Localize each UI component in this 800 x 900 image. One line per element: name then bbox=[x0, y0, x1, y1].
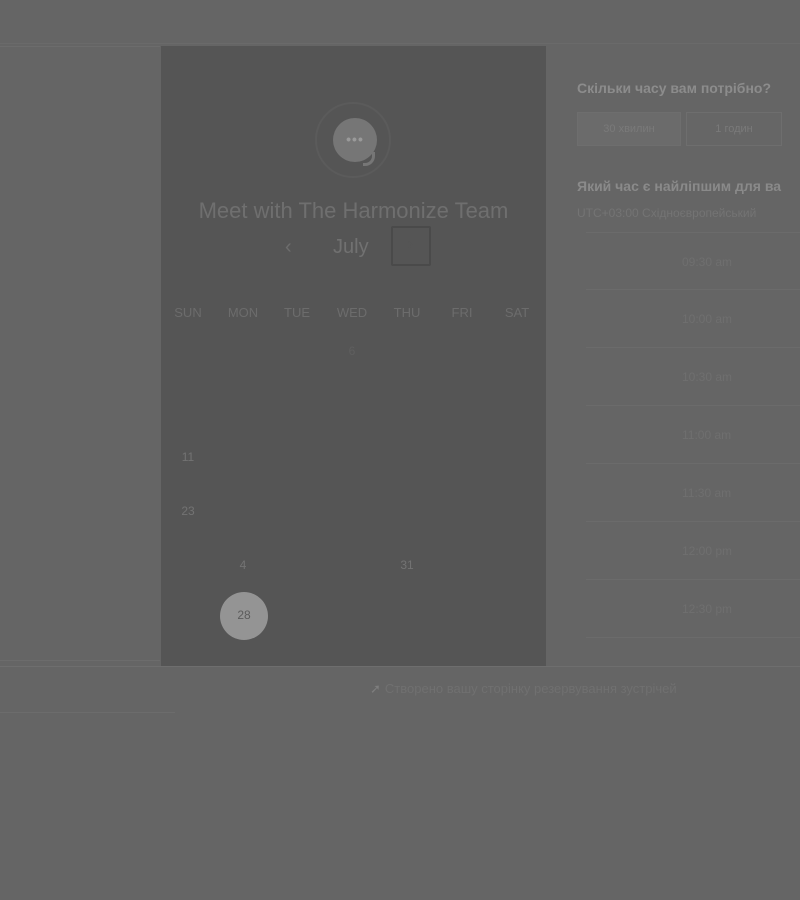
weekday-label: THU bbox=[393, 305, 421, 320]
time-slot-label: 10:30 am bbox=[682, 370, 733, 384]
chevron-right-icon: › bbox=[407, 234, 413, 254]
time-slot-label: 11:00 am bbox=[682, 428, 732, 442]
time-slot-list: 09:30 am 10:00 am 10:30 am 11:00 am 11:3… bbox=[586, 232, 800, 638]
duration-label: 30 хвилин bbox=[603, 123, 655, 135]
time-heading: Який час є найліпшим для ва bbox=[577, 178, 782, 194]
duration-option[interactable]: 30 хвилин bbox=[577, 112, 681, 146]
weekday-label: MON bbox=[227, 305, 259, 320]
time-slot[interactable]: 12:30 pm bbox=[586, 580, 800, 638]
duration-heading: Скільки часу вам потрібно? bbox=[577, 80, 772, 96]
duration-label: 1 годин bbox=[715, 123, 753, 135]
calendar-day[interactable]: 31 bbox=[380, 558, 434, 572]
page-title: Meet with The Harmonize Team bbox=[198, 198, 509, 223]
weekday-label: SUN bbox=[174, 305, 202, 320]
divider bbox=[0, 712, 175, 713]
footer-link-label: Створено вашу сторінку резервування зуст… bbox=[384, 681, 677, 696]
chat-bubble-icon: ••• bbox=[315, 102, 391, 178]
calendar-day[interactable]: 23 bbox=[161, 504, 215, 518]
month-label: July bbox=[333, 236, 369, 258]
time-slot[interactable]: 10:30 am bbox=[586, 348, 800, 406]
time-slot[interactable]: 11:00 am bbox=[586, 406, 800, 464]
divider bbox=[0, 660, 160, 661]
time-slot-label: 09:30 am bbox=[682, 255, 733, 269]
time-slot-label: 12:30 pm bbox=[682, 602, 733, 616]
time-slot[interactable]: 11:30 am bbox=[586, 464, 800, 522]
time-slot-label: 11:30 am bbox=[682, 486, 732, 500]
footer-link[interactable]: ➚ Створено вашу сторінку резервування зус… bbox=[370, 681, 677, 697]
weekday-label: FRI bbox=[451, 305, 473, 320]
divider bbox=[0, 666, 800, 667]
next-month-button[interactable]: › bbox=[391, 226, 431, 266]
divider bbox=[0, 46, 160, 47]
month-navigation: ‹ July › bbox=[161, 226, 546, 276]
weekday-label: TUE bbox=[284, 305, 310, 320]
weekday-label: WED bbox=[336, 305, 368, 320]
calendar-panel: ••• Meet with The Harmonize Team ‹ July … bbox=[161, 46, 546, 666]
timezone-label[interactable]: UTC+03:00 Східноєвропейський bbox=[577, 206, 756, 220]
weekday-label: SAT bbox=[504, 305, 530, 320]
time-slot-label: 10:00 am bbox=[682, 312, 733, 326]
prev-month-button[interactable]: ‹ bbox=[285, 236, 292, 259]
selected-day-label: 28 bbox=[237, 608, 251, 622]
duration-option[interactable]: 1 годин bbox=[686, 112, 782, 146]
time-slot[interactable]: 09:30 am bbox=[586, 232, 800, 290]
top-bar bbox=[0, 0, 800, 44]
calendar-day[interactable]: 4 bbox=[216, 558, 270, 572]
booking-page: ••• Meet with The Harmonize Team ‹ July … bbox=[0, 0, 800, 900]
time-slot[interactable]: 12:00 pm bbox=[586, 522, 800, 580]
time-slot-label: 12:00 pm bbox=[682, 544, 733, 558]
selected-day[interactable]: 28 bbox=[220, 592, 268, 640]
time-slot[interactable]: 10:00 am bbox=[586, 290, 800, 348]
calendar-day: 6 bbox=[348, 344, 356, 358]
calendar-day[interactable]: 11 bbox=[161, 450, 215, 464]
location-pin-icon: ➚ bbox=[370, 681, 381, 696]
